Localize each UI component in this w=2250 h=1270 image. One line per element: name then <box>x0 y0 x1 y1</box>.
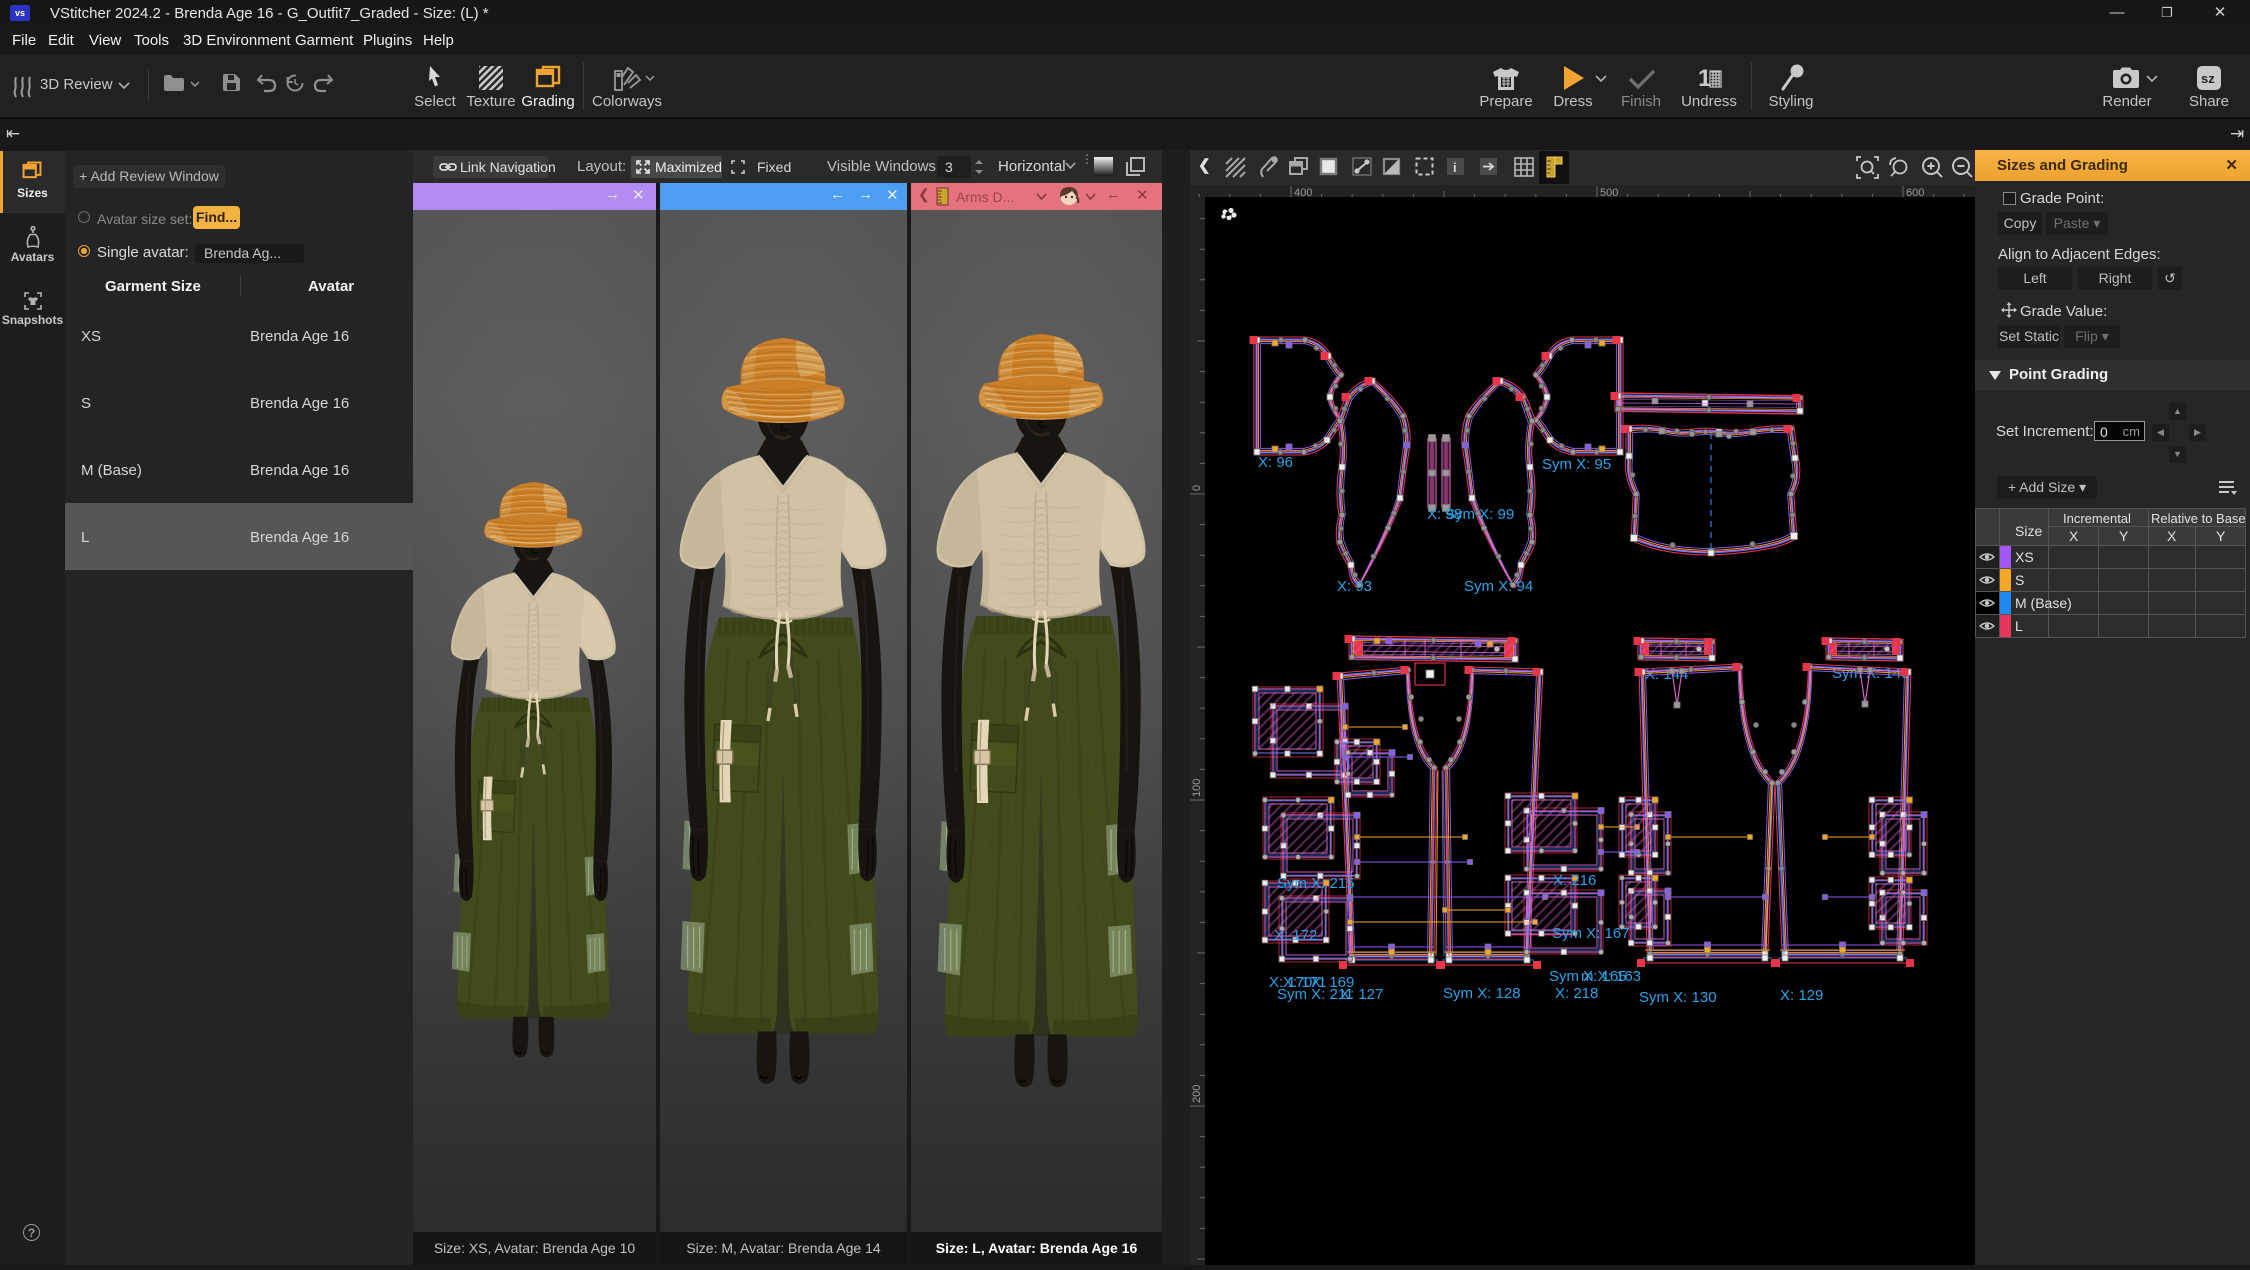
svg-text:Incremental: Incremental <box>2063 511 2131 526</box>
svg-text:M (Base): M (Base) <box>2015 595 2072 611</box>
svg-text:X: 93: X: 93 <box>1337 578 1372 595</box>
svg-text:XS: XS <box>2015 549 2034 565</box>
svg-text:200: 200 <box>1191 1085 1203 1103</box>
svg-text:Relative to Base: Relative to Base <box>2151 511 2246 526</box>
svg-text:Size: Size <box>2015 523 2042 539</box>
svg-text:X: X <box>2069 528 2079 544</box>
svg-text:Sym X: 128: Sym X: 128 <box>1443 985 1521 1002</box>
svg-text:100: 100 <box>1191 779 1203 797</box>
svg-text:Sym X: 94: Sym X: 94 <box>1464 578 1533 595</box>
svg-text:m X: 163: m X: 163 <box>1581 968 1641 985</box>
svg-text:Sym X: 130: Sym X: 130 <box>1639 989 1717 1006</box>
svg-text:L: L <box>2015 618 2023 634</box>
svg-text:X: 218: X: 218 <box>1555 985 1598 1002</box>
svg-text:1: 1 <box>1698 65 1711 91</box>
svg-text:0: 0 <box>1191 485 1203 491</box>
svg-text:Y: Y <box>2119 528 2129 544</box>
svg-text:Sym X: 99: Sym X: 99 <box>1445 506 1514 523</box>
svg-text:S: S <box>2015 572 2024 588</box>
svg-text:Sym X: 95: Sym X: 95 <box>1542 456 1611 473</box>
svg-text:X: 96: X: 96 <box>1258 454 1293 471</box>
svg-text:X: 129: X: 129 <box>1780 987 1823 1004</box>
svg-text:sz: sz <box>2201 71 2215 86</box>
svg-text:X: X <box>2167 528 2177 544</box>
svg-text:i: i <box>1453 160 1457 175</box>
svg-text:X: 127: X: 127 <box>1340 986 1383 1003</box>
svg-text:Y: Y <box>2216 528 2226 544</box>
